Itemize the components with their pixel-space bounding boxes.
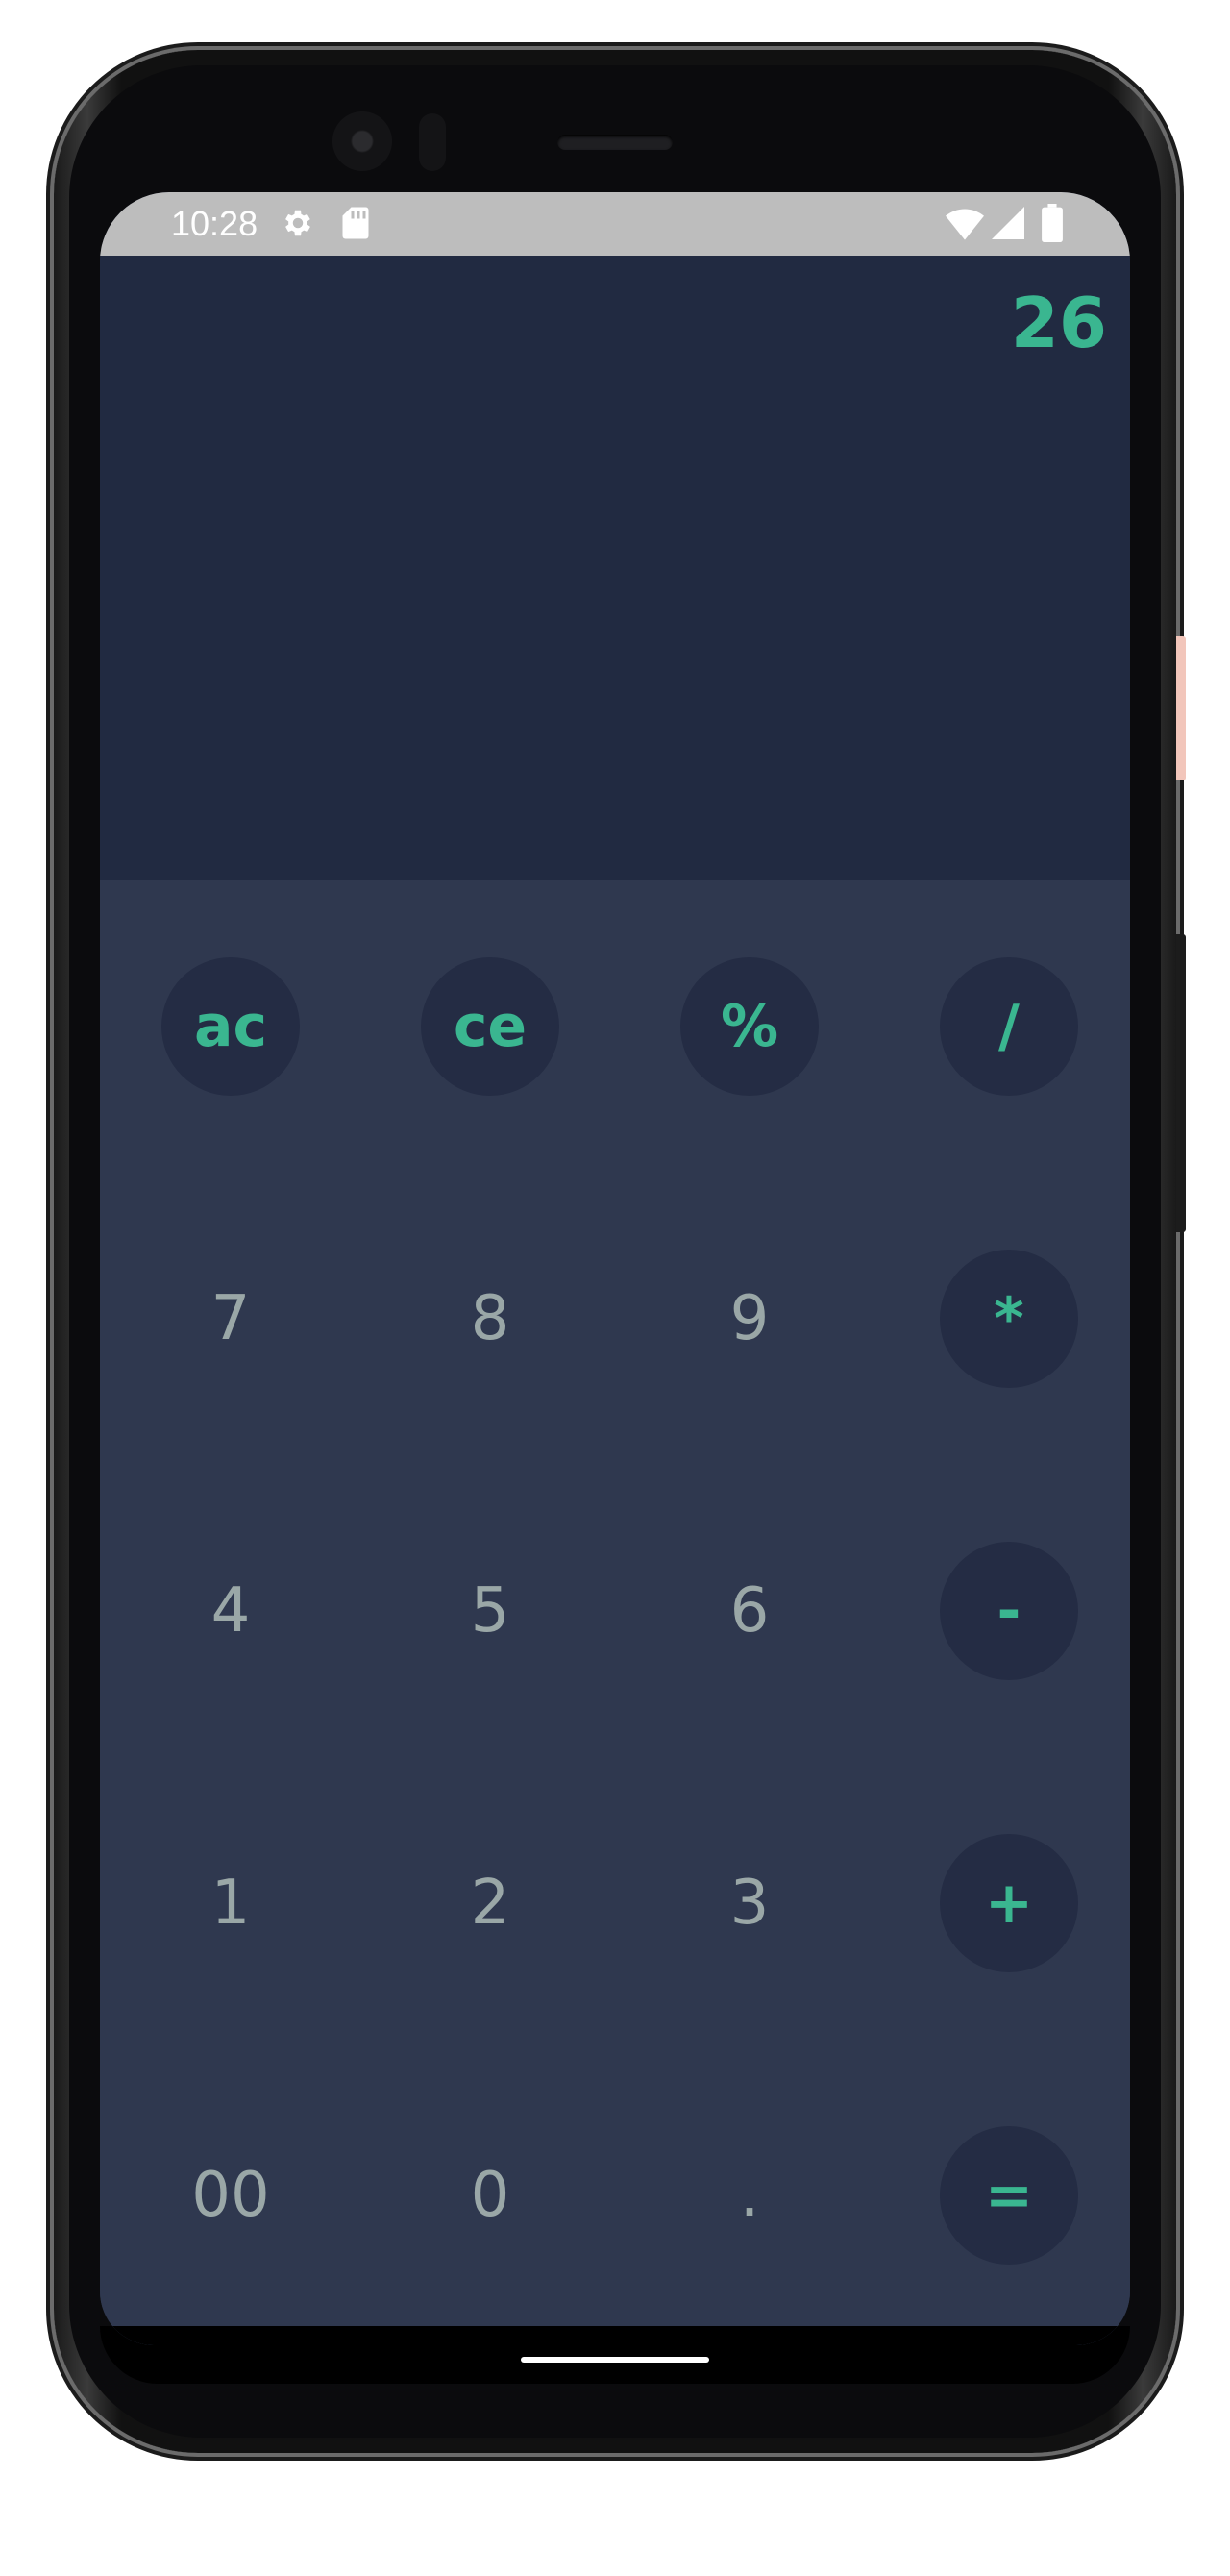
key-3[interactable]: 3 [680,1834,819,1972]
proximity-sensor [419,113,446,171]
key-decimal[interactable]: . [680,2126,819,2265]
signal-icon [992,207,1024,239]
key-subtract[interactable]: - [940,1542,1078,1680]
result-display: 26 [100,256,1130,880]
key-clear-entry[interactable]: ce [421,957,559,1096]
key-2[interactable]: 2 [421,1834,559,1972]
sd-card-icon [342,207,369,239]
key-equals[interactable]: = [940,2126,1078,2265]
key-9[interactable]: 9 [680,1250,819,1388]
key-multiply[interactable]: * [940,1250,1078,1388]
battery-icon [1042,204,1063,242]
key-0[interactable]: 0 [421,2126,559,2265]
keypad: ac ce % / 7 8 9 * 4 5 6 - 1 2 3 + 00 0 .… [100,880,1130,2345]
wifi-icon [946,209,984,240]
volume-button [1176,934,1186,1232]
key-8[interactable]: 8 [421,1250,559,1388]
key-percent[interactable]: % [680,957,819,1096]
home-gesture-handle[interactable] [521,2357,709,2363]
earpiece-speaker [557,135,673,150]
screen: 10:28 26 ac ce % / 7 8 9 * 4 5 6 - 1 2 3… [100,192,1130,2345]
key-7[interactable]: 7 [161,1250,300,1388]
key-4[interactable]: 4 [161,1542,300,1680]
power-button [1176,636,1186,780]
key-all-clear[interactable]: ac [161,957,300,1096]
key-6[interactable]: 6 [680,1542,819,1680]
front-camera [332,111,392,171]
gear-icon [285,210,310,236]
display-value: 26 [1010,283,1107,363]
status-time: 10:28 [171,204,258,243]
key-1[interactable]: 1 [161,1834,300,1972]
key-double-zero[interactable]: 00 [161,2126,300,2265]
key-add[interactable]: + [940,1834,1078,1972]
key-divide[interactable]: / [940,957,1078,1096]
key-5[interactable]: 5 [421,1542,559,1680]
navigation-bar [100,2326,1130,2345]
status-bar: 10:28 [100,192,1130,256]
